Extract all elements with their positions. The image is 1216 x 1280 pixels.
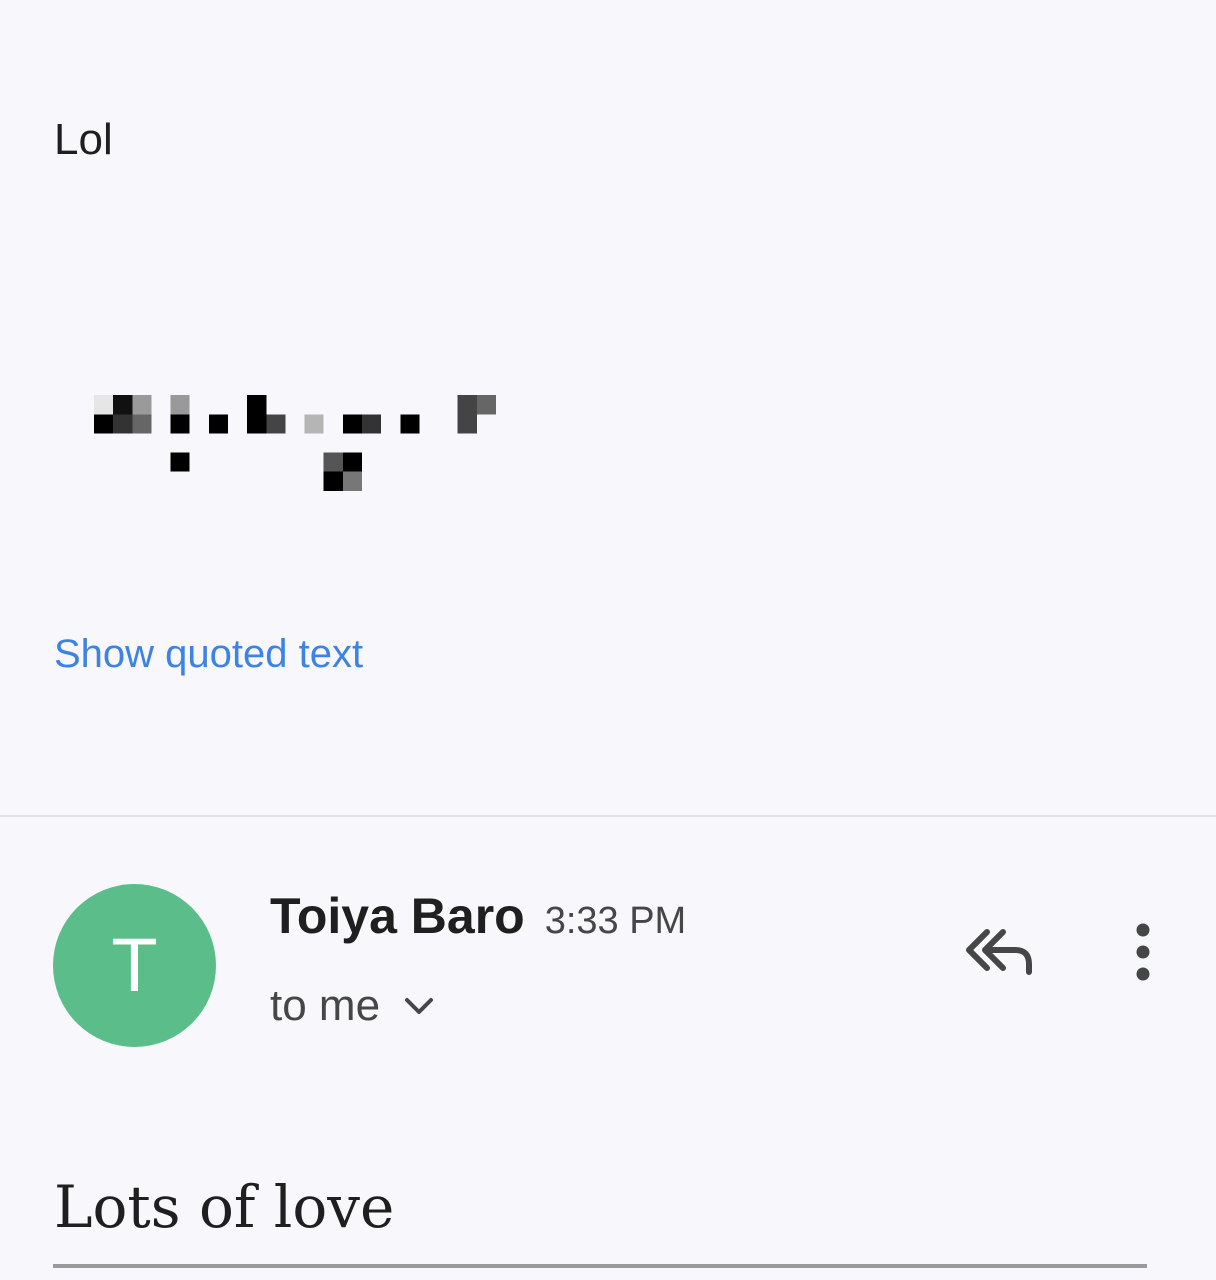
signature-rule xyxy=(53,1264,1147,1268)
reply-all-icon xyxy=(966,929,1032,975)
sender-avatar[interactable]: T xyxy=(53,884,216,1047)
recipient-label: to me xyxy=(270,981,381,1030)
more-options-button[interactable] xyxy=(1108,912,1178,992)
sender-name[interactable]: Toiya Baro xyxy=(270,884,525,948)
show-quoted-text-link[interactable]: Show quoted text xyxy=(54,628,363,680)
chevron-down-icon xyxy=(402,989,436,1023)
more-vert-icon xyxy=(1136,923,1150,981)
message-body-text: Lol xyxy=(54,115,113,164)
redacted-signature-image xyxy=(94,395,496,491)
avatar-initial: T xyxy=(111,923,158,1008)
reply-all-button[interactable] xyxy=(955,915,1045,987)
message-divider xyxy=(0,815,1216,817)
message-time: 3:33 PM xyxy=(544,900,687,942)
recipient-details-toggle[interactable]: to me xyxy=(270,978,436,1034)
sender-header: Toiya Baro 3:33 PM xyxy=(270,884,686,953)
message-body-text: Lots of love xyxy=(54,1173,395,1241)
